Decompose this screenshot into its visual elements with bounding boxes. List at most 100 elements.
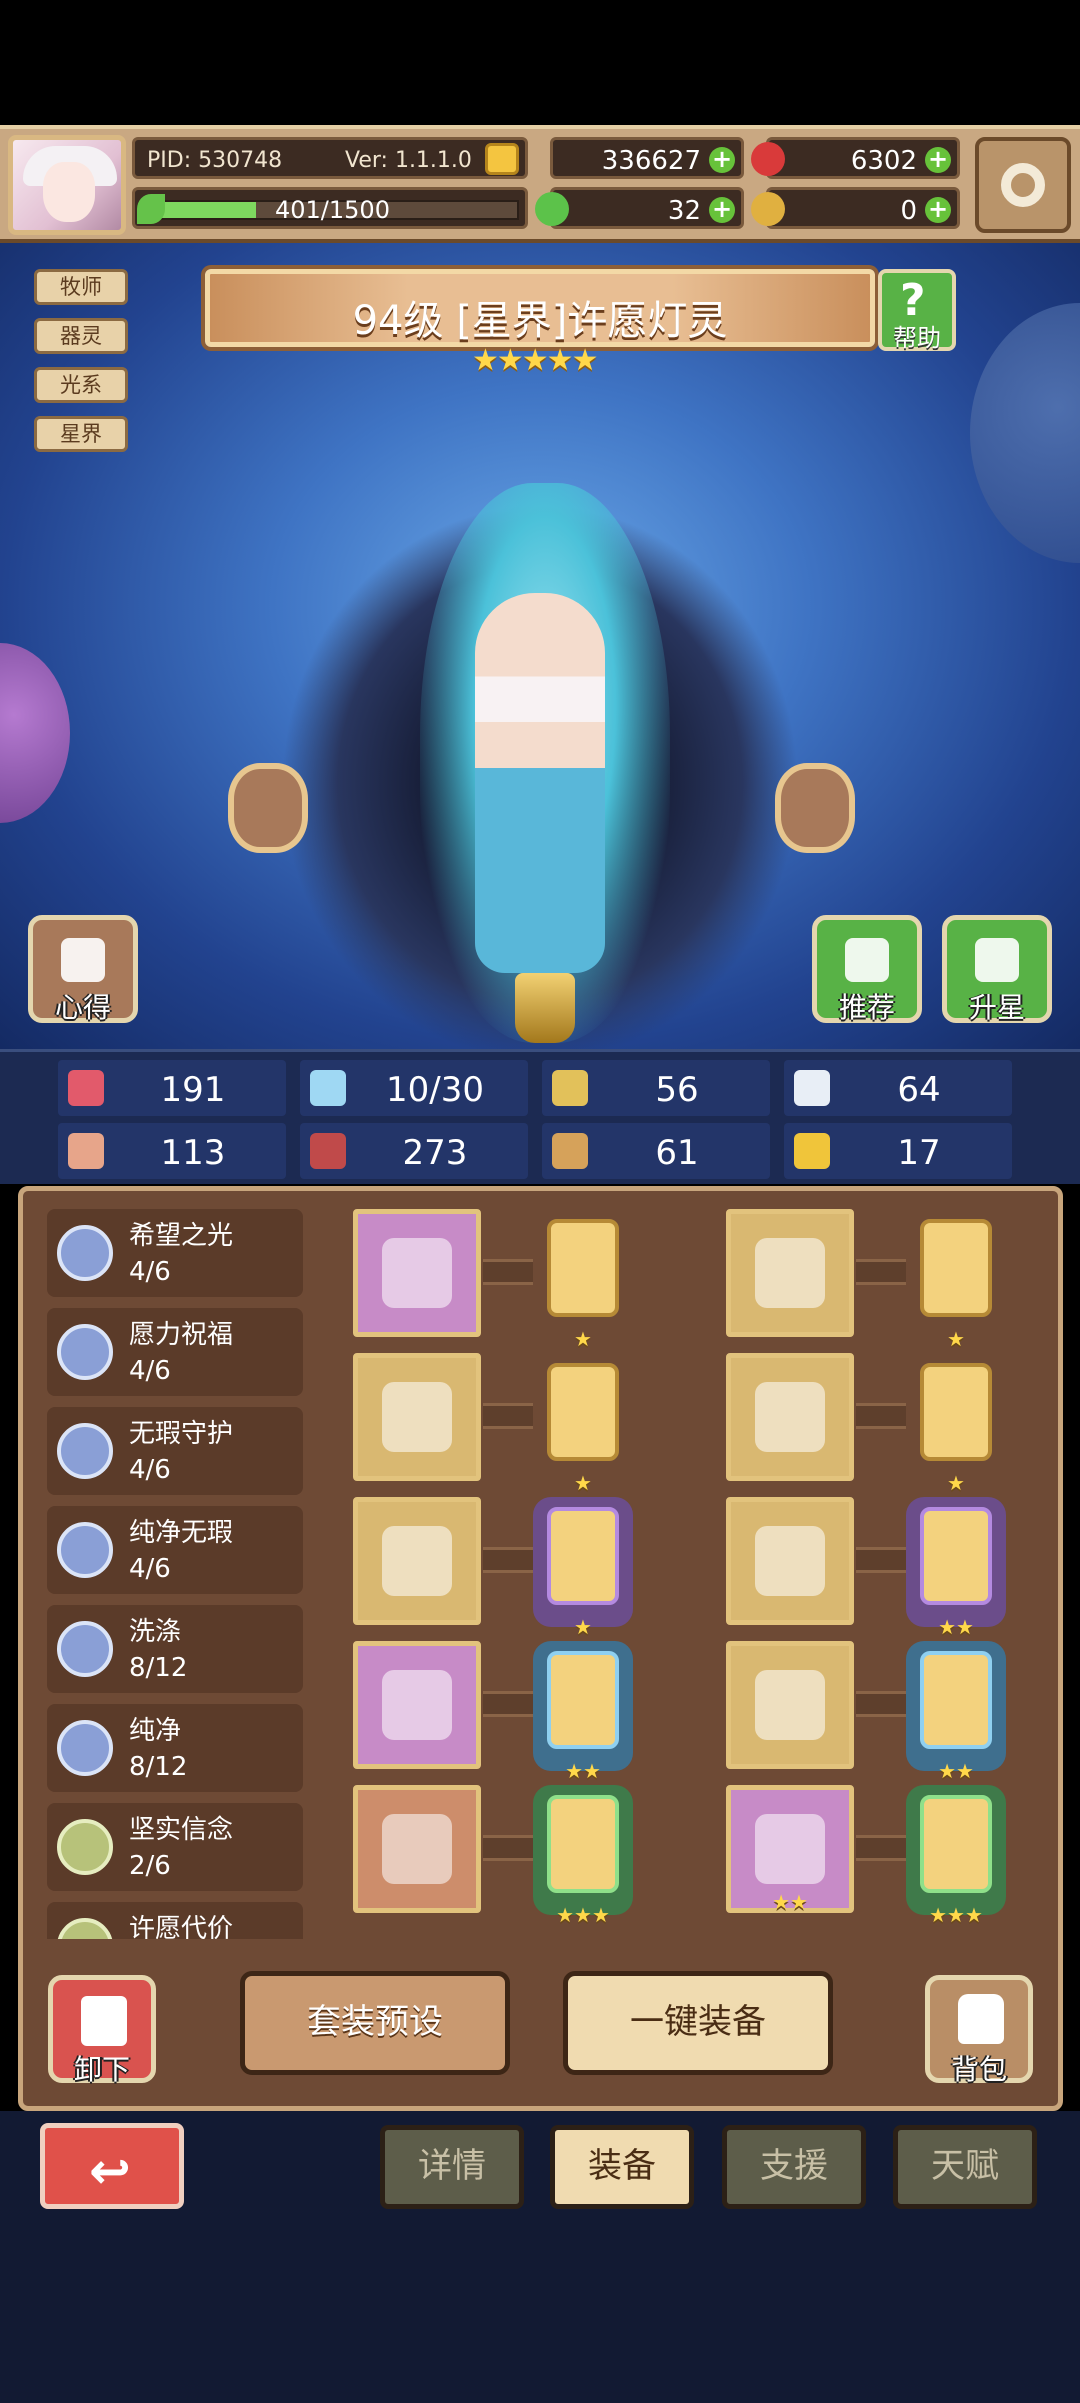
planet-left [0,643,70,823]
card-stars: ★★ [938,1759,974,1783]
set-count: 2/6 [129,1851,171,1881]
player-avatar[interactable] [8,135,126,235]
slot-connector [483,1835,533,1861]
equip-slot-pants[interactable] [726,1641,854,1769]
equip-all-button[interactable]: 一键装备 [563,1971,833,2075]
set-item[interactable]: 许愿代价 [47,1902,303,1939]
horseshoe-icon [794,1133,830,1169]
equip-slot-ring[interactable] [353,1785,481,1913]
unequip-button[interactable]: 卸下 [48,1975,156,2086]
currency-panel: 336627 + 6302 + 32 + 0 + [535,137,960,233]
rune-card[interactable]: ★★★ [533,1785,633,1927]
gold-counter: 336627 + [550,137,744,179]
equipment-action-bar: 卸下 套装预设 一键装备 背包 [18,1955,1063,2111]
set-item[interactable]: 纯净无瑕 4/6 [47,1506,303,1594]
prev-hero-button[interactable] [228,763,308,853]
settings-button[interactable] [975,137,1071,233]
set-name: 纯净 [129,1716,182,1746]
rune-card[interactable]: ★ [533,1497,633,1639]
bracer-icon [755,1526,825,1596]
set-item[interactable]: 纯净 8/12 [47,1704,303,1792]
rune-card[interactable]: ★ [906,1353,1006,1495]
slot-connector [483,1259,533,1285]
card-stars: ★ [947,1327,965,1351]
ring-icon [382,1814,452,1884]
insight-label: 心得 [54,991,111,1024]
rune-card[interactable]: ★ [533,1353,633,1495]
set-name: 愿力祝福 [129,1320,234,1350]
tag-class: 牧师 [34,269,128,305]
rune-card[interactable]: ★★ [906,1641,1006,1783]
set-item[interactable]: 洗涤 8/12 [47,1605,303,1693]
set-count: 8/12 [129,1752,188,1782]
set-bonus-list[interactable]: 希望之光 4/6 愿力祝福 4/6 无瑕守护 4/6 纯净无瑕 4/6 洗涤 8… [47,1209,317,1939]
add-gem-button[interactable]: + [925,147,951,173]
set-emblem-icon [57,1621,113,1677]
stat-value: 191 [160,1070,226,1110]
add-gold-button[interactable]: + [709,147,735,173]
rune-card[interactable]: ★★★ [906,1785,1006,1927]
set-name: 许愿代价 [129,1914,234,1939]
player-info-panel: PID: 530748 Ver: 1.1.1.0 401/1500 [132,137,528,233]
slot-stars: ★★ [772,1890,808,1914]
bag-button[interactable]: 背包 [925,1975,1033,2086]
add-clover-button[interactable]: + [709,197,735,223]
equip-slot-armor[interactable] [726,1353,854,1481]
equip-slot-weapon[interactable] [353,1209,481,1337]
tab-equipment[interactable]: 装备 [550,2125,694,2209]
tab-support[interactable]: 支援 [722,2125,866,2209]
help-label: 帮助 [893,324,941,352]
rune-card[interactable]: ★★ [533,1641,633,1783]
stat-attack: 113 [58,1123,286,1179]
player-id: PID: 530748 [147,148,283,173]
tab-details[interactable]: 详情 [380,2125,524,2209]
gold-coin-icon [485,143,519,175]
hero-display: 94级 [星界]许愿灯灵 ★★★★★ ? 帮助 牧师 器灵 光系 星界 心得 推… [0,243,1080,1049]
set-count: 8/12 [129,1653,188,1683]
belt-icon [382,1670,452,1740]
help-button[interactable]: ? 帮助 [878,269,956,352]
stat-hp: 191 [58,1060,286,1116]
stat-value: 64 [897,1070,941,1110]
equip-slot-shield[interactable] [353,1353,481,1481]
set-item[interactable]: 坚实信念 2/6 [47,1803,303,1891]
stat-agility: 61 [542,1123,770,1179]
next-hero-button[interactable] [775,763,855,853]
star-up-button[interactable]: 升星 [942,915,1052,1024]
clover-icon [535,192,569,226]
magic-lamp [515,973,575,1043]
slot-connector [856,1691,906,1717]
equip-slot-belt[interactable] [353,1641,481,1769]
rune-card[interactable]: ★★ [906,1497,1006,1639]
equip-slot-necklace[interactable] [353,1497,481,1625]
equip-slot-bracer[interactable] [726,1497,854,1625]
tab-talent[interactable]: 天赋 [893,2125,1037,2209]
gem-value: 6302 [850,146,917,176]
card-stars: ★★★ [929,1903,983,1927]
set-count: 4/6 [129,1356,171,1386]
recommend-button[interactable]: 推荐 [812,915,922,1024]
equip-slot-helmet[interactable] [726,1209,854,1337]
set-preset-button[interactable]: 套装预设 [240,1971,510,2075]
recommend-label: 推荐 [838,991,895,1024]
token-counter: 0 + [751,187,960,229]
boot-icon [552,1133,588,1169]
add-token-button[interactable]: + [925,197,951,223]
set-emblem-icon [57,1918,113,1939]
insight-button[interactable]: 心得 [28,915,138,1024]
tag-faction: 星界 [34,416,128,452]
back-button[interactable]: ↩ [40,2123,184,2209]
equip-slot-boots[interactable]: ★★ [726,1785,854,1914]
set-item[interactable]: 愿力祝福 4/6 [47,1308,303,1396]
set-count: 4/6 [129,1257,171,1287]
set-name: 坚实信念 [129,1815,234,1845]
character-sprite[interactable] [475,593,605,973]
set-item[interactable]: 无瑕守护 4/6 [47,1407,303,1495]
wing-icon [794,1070,830,1106]
stat-defense: 56 [542,1060,770,1116]
rune-card[interactable]: ★ [533,1209,633,1351]
set-item[interactable]: 希望之光 4/6 [47,1209,303,1297]
hero-stats: 191 10/30 56 64 113 273 61 17 [0,1049,1080,1184]
rune-card[interactable]: ★ [906,1209,1006,1351]
necklace-icon [382,1526,452,1596]
